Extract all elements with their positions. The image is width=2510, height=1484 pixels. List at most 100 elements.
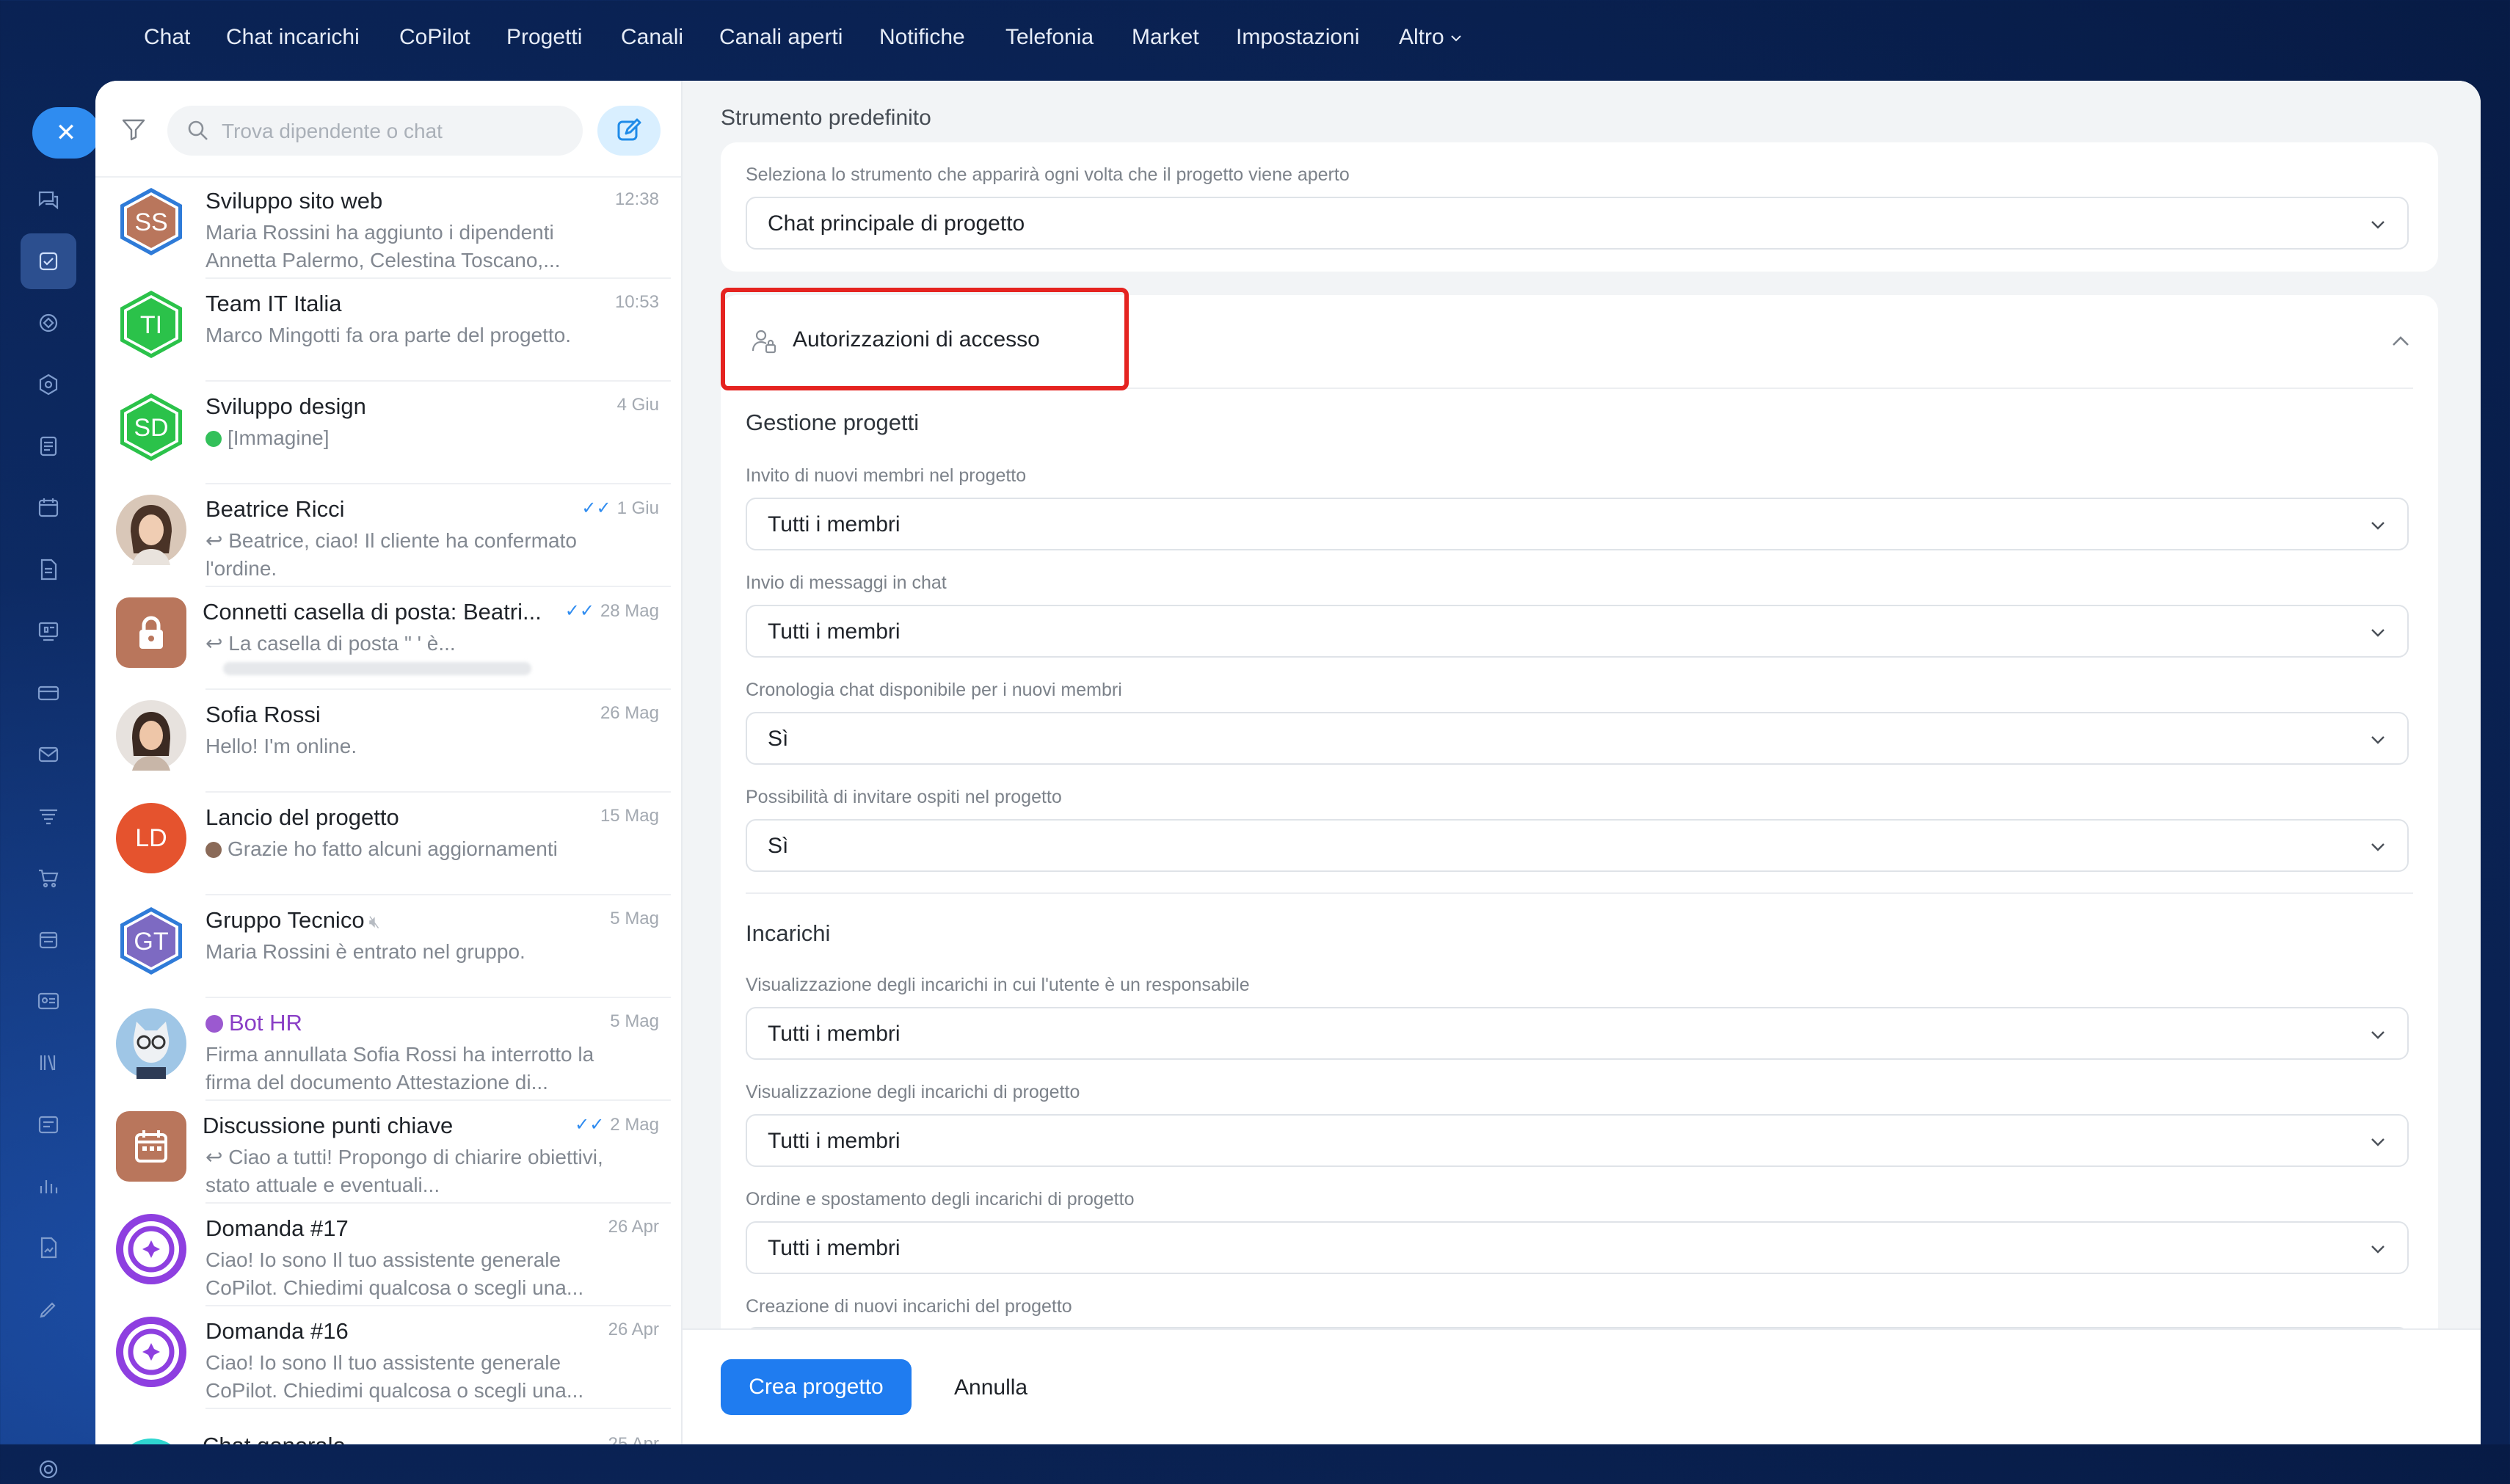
bot-cat-icon (116, 1008, 186, 1079)
feed-icon[interactable] (34, 432, 63, 461)
library-icon[interactable] (34, 1048, 63, 1077)
chat-time: 4 Giu (616, 395, 659, 415)
copilot-icon[interactable] (34, 308, 63, 338)
chat-bubbles-icon[interactable] (34, 185, 63, 214)
field-label: Cronologia chat disponibile per i nuovi … (746, 680, 1122, 700)
chat-item[interactable]: Sofia Rossi 26 Mag Hello! I'm online. (106, 690, 671, 793)
select-value: Tutti i membri (768, 1236, 901, 1260)
chat-item[interactable]: Discussione punti chiave ✓✓ 2 Mag ↩ Ciao … (106, 1101, 671, 1204)
calendar-icon[interactable] (34, 493, 63, 523)
chat-name: Domanda #17 (205, 1215, 349, 1241)
chat-item[interactable]: GT Gruppo Tecnico 🔇︎ 5 Mag Maria Rossini … (106, 895, 671, 998)
chat-item[interactable]: SD Sviluppo design 4 Giu [Immagine] (106, 382, 671, 484)
chat-preview: Firma annullata Sofia Rossi ha interrott… (205, 1043, 594, 1094)
avatar-initials: SS (134, 208, 167, 236)
search-input[interactable] (220, 113, 568, 150)
planner-icon[interactable] (34, 1110, 63, 1139)
chat-time: 10:53 (614, 292, 659, 312)
contact-icon[interactable] (34, 986, 63, 1016)
chat-preview: ↩ Beatrice, ciao! Il cliente ha conferma… (205, 527, 616, 583)
chat-name: Connetti casella di posta: Beatri... (203, 599, 542, 625)
select-value: Sì (768, 727, 789, 751)
nav-notifiche[interactable]: Notifiche (879, 25, 965, 50)
chat-preview: Grazie ho fatto alcuni aggiornamenti (205, 835, 616, 863)
avatar: TI (116, 289, 186, 360)
default-tool-card: Seleziona lo strumento che apparirà ogni… (721, 142, 2438, 272)
nav-altro[interactable]: Altro (1399, 25, 1463, 50)
select-value: Chat principale di progetto (768, 211, 1025, 236)
chat-item[interactable]: Beatrice Ricci ✓✓ 1 Giu ↩ Beatrice, ciao!… (106, 484, 671, 587)
chart-icon[interactable] (34, 1171, 63, 1201)
chat-time: ✓✓ 2 Mag (575, 1114, 659, 1135)
create-project-button[interactable]: Crea progetto (721, 1359, 912, 1415)
chat-item[interactable]: Chat generale 25 Apr (106, 1409, 671, 1444)
default-tool-select[interactable]: Chat principale di progetto (746, 197, 2409, 250)
order-tasks-select[interactable]: Tutti i membri (746, 1221, 2409, 1274)
avatar (116, 1419, 186, 1444)
nav-impostazioni[interactable]: Impostazioni (1236, 25, 1359, 50)
avatar (116, 1317, 186, 1387)
nav-telefonia[interactable]: Telefonia (1005, 25, 1094, 50)
chat-time: 5 Mag (610, 1011, 659, 1031)
nav-progetti[interactable]: Progetti (506, 25, 582, 50)
nav-market[interactable]: Market (1132, 25, 1199, 50)
chat-history-select[interactable]: Sì (746, 712, 2409, 765)
chat-item[interactable]: Connetti casella di posta: Beatri... ✓✓ 2… (106, 587, 671, 690)
avatar (116, 495, 186, 565)
calendar-avatar-icon (116, 1111, 186, 1182)
chevron-down-icon (2371, 1245, 2384, 1254)
filter-icon[interactable] (119, 114, 148, 144)
chat-preview-text: [Immagine] (228, 426, 330, 449)
nav-canali-aperti[interactable]: Canali aperti (719, 25, 843, 50)
chat-item[interactable]: Domanda #16 26 Apr Ciao! Io sono Il tuo … (106, 1306, 671, 1409)
chat-item[interactable]: Domanda #17 26 Apr Ciao! Io sono Il tuo … (106, 1204, 671, 1306)
avatar: LD (116, 803, 186, 873)
avatar: SD (116, 392, 186, 462)
tasks-icon[interactable] (21, 233, 76, 289)
cart-icon[interactable] (34, 863, 63, 892)
nav-chat-incarichi[interactable]: Chat incarichi (226, 25, 360, 50)
avatar-initials: SD (134, 414, 168, 442)
view-responsible-tasks-select[interactable]: Tutti i membri (746, 1007, 2409, 1060)
chat-item[interactable]: Bot HR 5 Mag Firma annullata Sofia Rossi… (106, 998, 671, 1101)
chat-preview: [Immagine] (205, 424, 616, 452)
nav-canali[interactable]: Canali (621, 25, 683, 50)
hexagon-avatar-icon: SS (120, 188, 182, 255)
chevron-down-icon (2371, 1138, 2384, 1146)
store-icon[interactable] (34, 925, 63, 954)
chat-preview-text: Grazie ho fatto alcuni aggiornamenti (228, 837, 558, 860)
default-tool-label: Seleziona lo strumento che apparirà ogni… (746, 164, 1350, 185)
filter-stack-icon[interactable] (34, 801, 63, 831)
invite-members-select[interactable]: Tutti i membri (746, 498, 2409, 550)
board-icon[interactable] (34, 616, 63, 646)
sign-icon[interactable] (34, 1233, 63, 1262)
field-label: Possibilità di invitare ospiti nel proge… (746, 787, 1062, 807)
send-messages-select[interactable]: Tutti i membri (746, 605, 2409, 658)
chevron-up-icon[interactable] (2388, 329, 2413, 354)
search-field[interactable] (167, 106, 583, 156)
chat-preview: Ciao! Io sono Il tuo assistente generale… (205, 1248, 584, 1299)
pen-icon[interactable] (34, 1295, 63, 1324)
chat-item[interactable]: SS Sviluppo sito web 12:38 Maria Rossini… (106, 176, 671, 279)
view-project-tasks-select[interactable]: Tutti i membri (746, 1114, 2409, 1167)
invite-guests-select[interactable]: Sì (746, 819, 2409, 872)
chat-preview: Ciao! Io sono Il tuo assistente generale… (205, 1351, 584, 1402)
new-chat-button[interactable] (597, 106, 661, 156)
cancel-button[interactable]: Annulla (954, 1375, 1027, 1400)
chat-time-text: 28 Mag (600, 601, 659, 621)
card-icon[interactable] (34, 678, 63, 708)
hexagon-icon[interactable] (34, 370, 63, 399)
person-photo-icon (116, 700, 186, 771)
select-value: Tutti i membri (768, 1022, 901, 1046)
chat-item[interactable]: LD Lancio del progetto 15 Mag Grazie ho … (106, 793, 671, 895)
avatar-initials: LD (116, 803, 186, 873)
chat-item[interactable]: TI Team IT Italia 10:53 Marco Mingotti f… (106, 279, 671, 382)
close-button[interactable]: ✕ (32, 107, 100, 159)
document-icon[interactable] (34, 555, 63, 584)
mail-icon[interactable] (34, 740, 63, 769)
nav-copilot[interactable]: CoPilot (399, 25, 470, 50)
chat-name: Lancio del progetto (205, 804, 399, 830)
settings-icon[interactable] (34, 1455, 63, 1484)
form-footer: Crea progetto Annulla (683, 1328, 2481, 1444)
nav-chat[interactable]: Chat (144, 25, 190, 50)
